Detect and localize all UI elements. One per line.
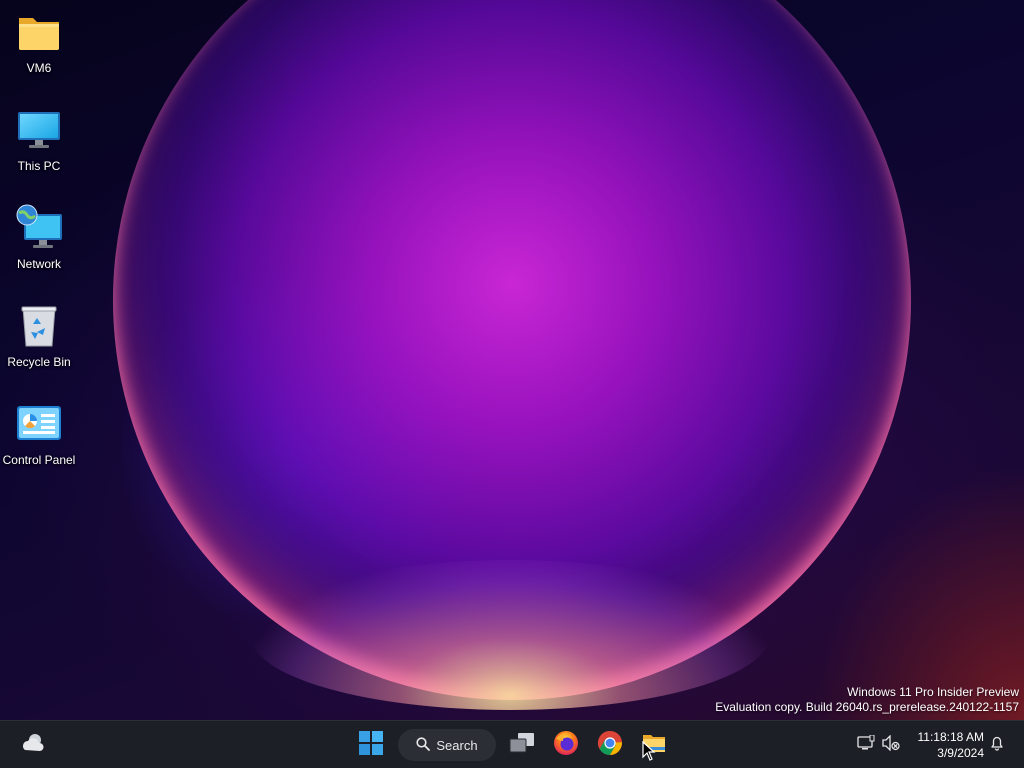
desktop-icon-vm6[interactable]: VM6 — [0, 0, 78, 90]
taskbar-search-button[interactable]: Search — [398, 729, 496, 761]
network-icon — [15, 204, 63, 252]
task-view-button[interactable] — [503, 725, 541, 765]
network-status-icon — [857, 734, 875, 756]
firefox-icon — [553, 730, 579, 761]
volume-muted-icon — [882, 733, 900, 756]
monitor-icon — [15, 106, 63, 154]
desktop-icon-label: Control Panel — [2, 453, 76, 467]
taskbar: Search 11:18:18 AM 3/9/2024 — [0, 720, 1024, 768]
task-view-icon — [509, 732, 535, 759]
weather-cloud-icon — [20, 730, 46, 761]
tray-volume-button[interactable] — [879, 725, 903, 765]
chrome-button[interactable] — [591, 725, 629, 765]
watermark-line-1: Windows 11 Pro Insider Preview — [847, 685, 1019, 699]
chrome-icon — [597, 730, 623, 761]
notifications-button[interactable] — [986, 725, 1008, 765]
tray-network-button[interactable] — [854, 725, 878, 765]
control-panel-icon — [15, 400, 63, 448]
desktop-icon-network[interactable]: Network — [0, 196, 78, 286]
mouse-pointer-icon — [642, 740, 656, 766]
folder-icon — [15, 8, 63, 56]
desktop-icon-label: VM6 — [26, 61, 52, 75]
bell-icon — [989, 735, 1005, 756]
recycle-bin-icon — [15, 302, 63, 350]
desktop-icon-this-pc[interactable]: This PC — [0, 98, 78, 188]
desktop-icon-label: This PC — [17, 159, 61, 173]
clock-date: 3/9/2024 — [937, 746, 984, 760]
desktop-icon-control-panel[interactable]: Control Panel — [0, 392, 78, 482]
search-icon — [416, 736, 431, 754]
desktop-icon-recycle-bin[interactable]: Recycle Bin — [0, 294, 78, 384]
clock-time: 11:18:18 AM — [917, 730, 985, 744]
search-label: Search — [436, 737, 478, 753]
widgets-button[interactable] — [14, 725, 52, 765]
firefox-button[interactable] — [547, 725, 585, 765]
watermark-line-2: Evaluation copy. Build 26040.rs_prerelea… — [715, 700, 1019, 714]
start-button[interactable] — [352, 725, 390, 765]
desktop-icon-label: Recycle Bin — [7, 355, 71, 369]
wallpaper — [0, 0, 1024, 720]
desktop[interactable]: VM6 This PC Network Recycle Bin Control … — [0, 0, 1024, 720]
taskbar-clock[interactable]: 11:18:18 AM 3/9/2024 — [906, 729, 985, 761]
windows-logo-icon — [359, 730, 383, 760]
desktop-icon-label: Network — [16, 257, 61, 271]
os-watermark: Windows 11 Pro Insider Preview Evaluatio… — [715, 685, 1019, 715]
